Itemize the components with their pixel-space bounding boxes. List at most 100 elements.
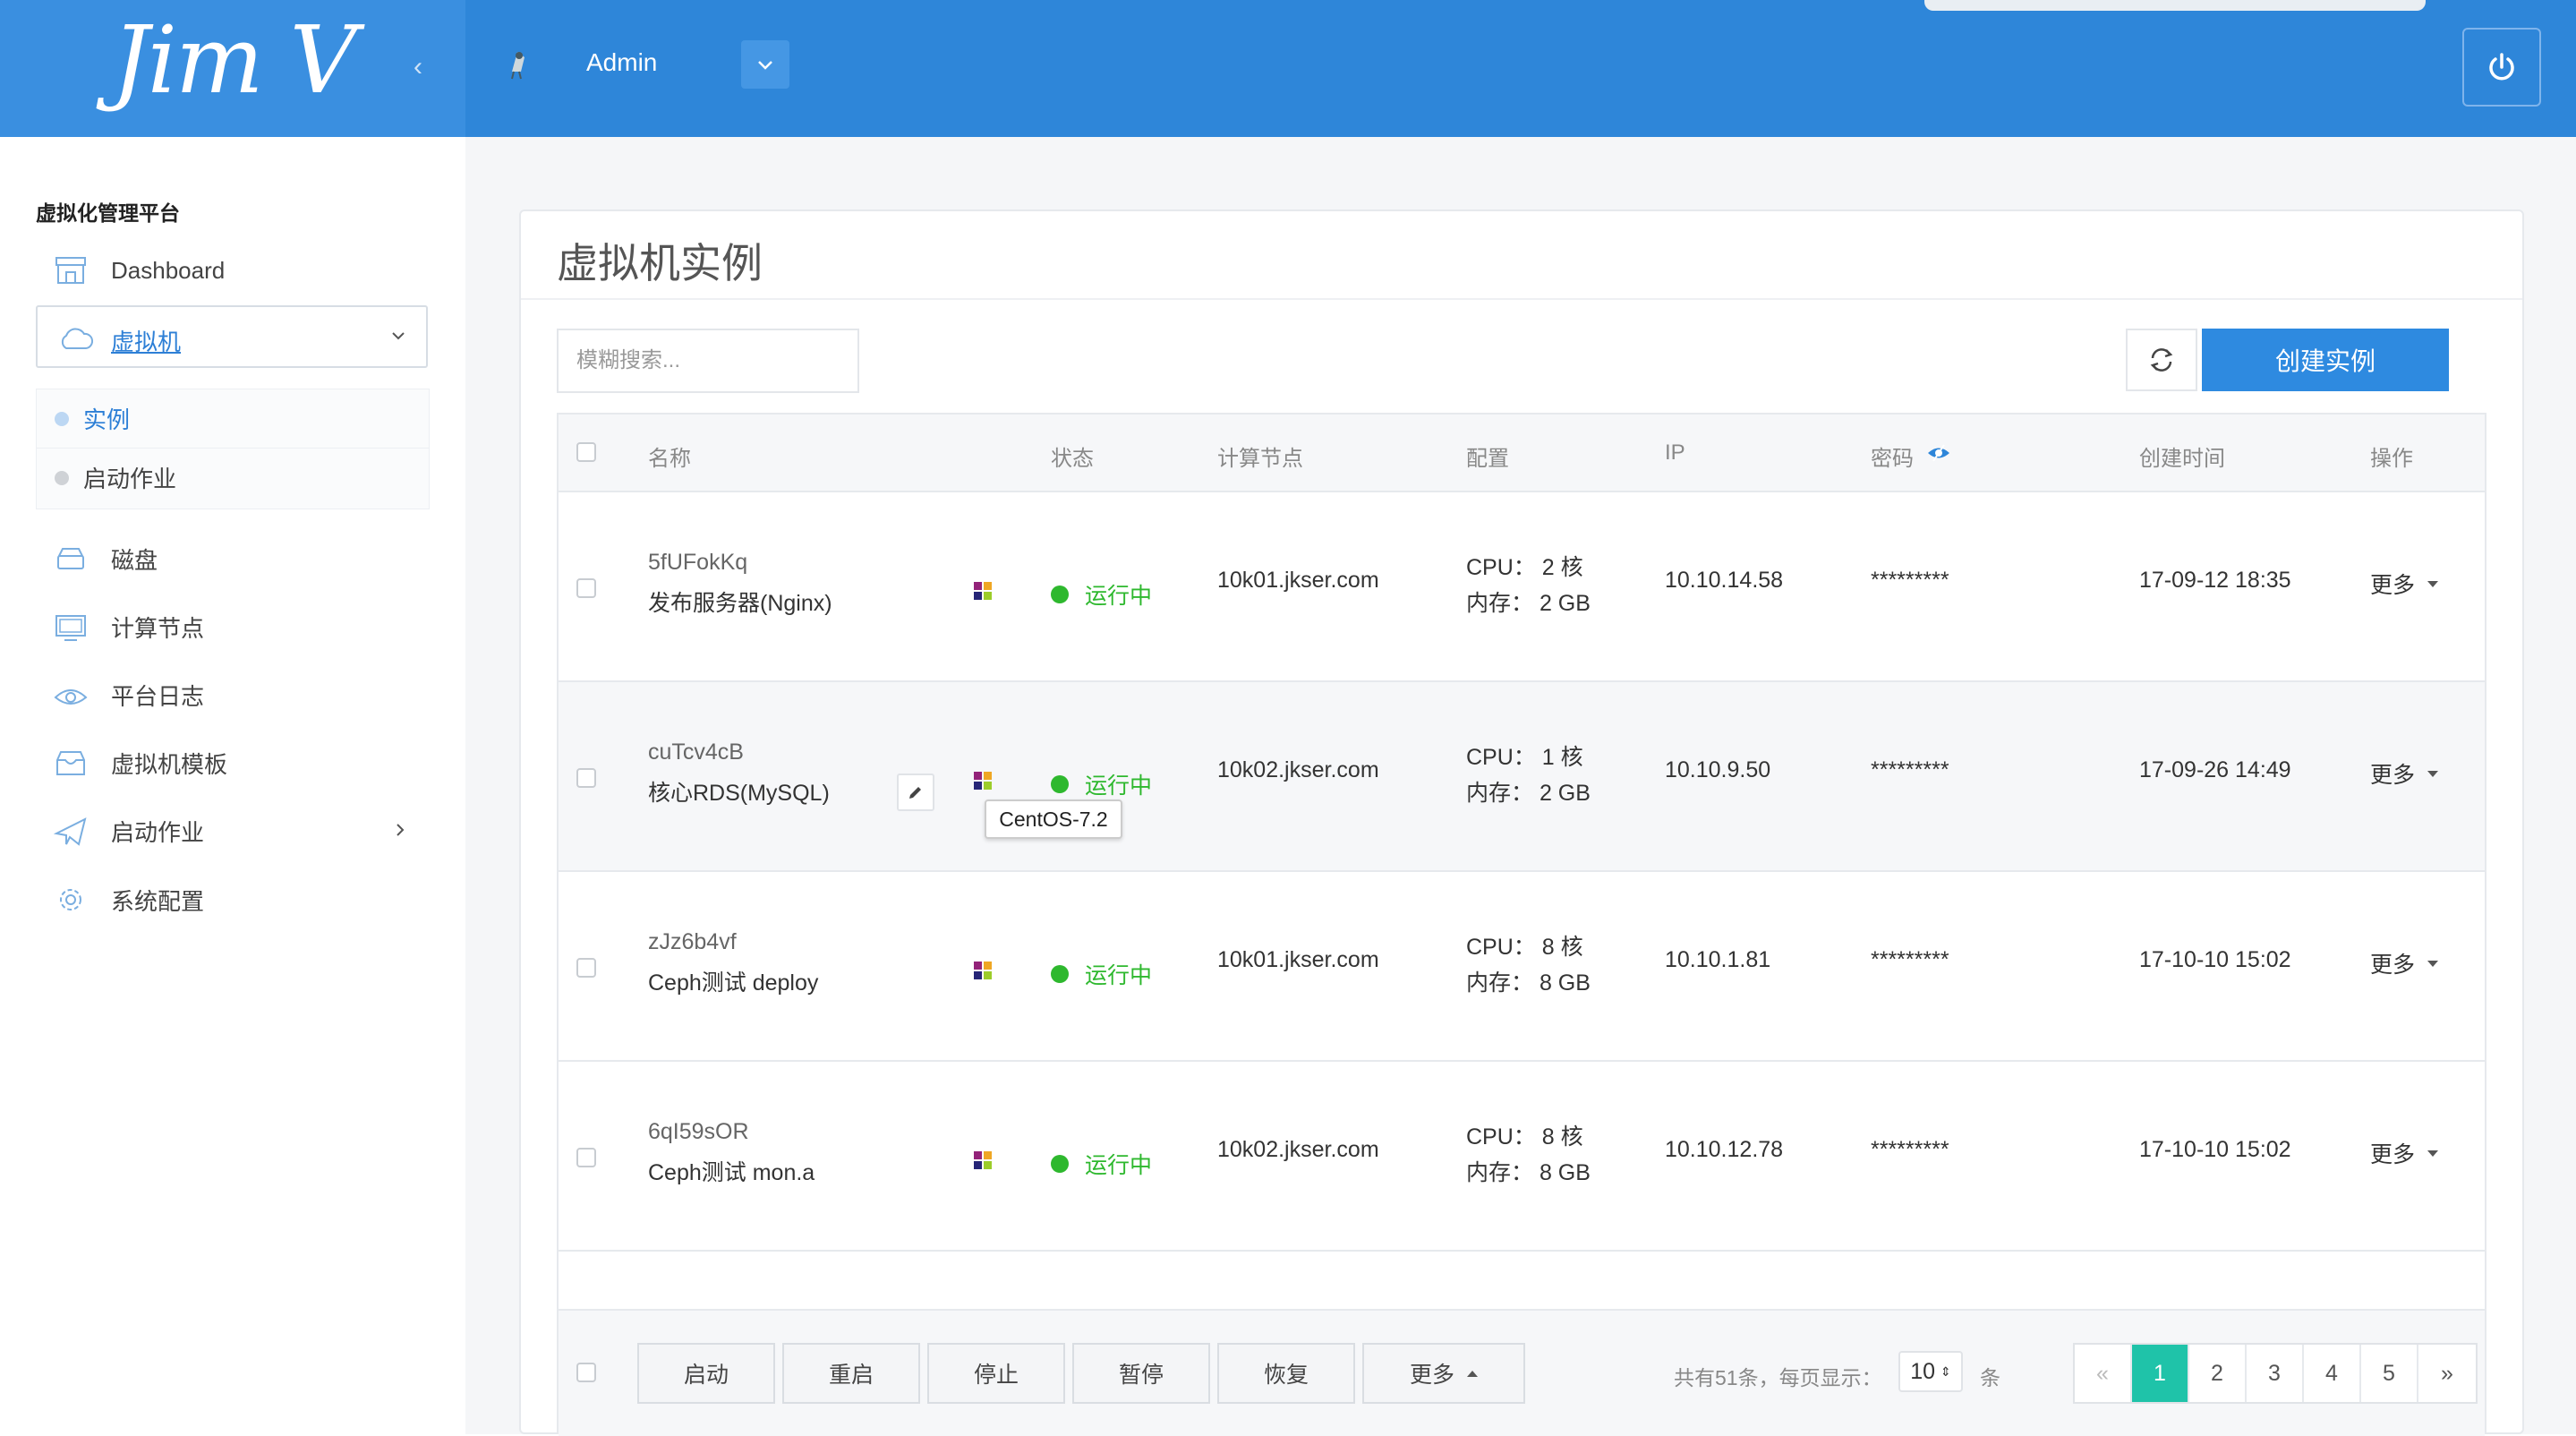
caret-down-icon <box>2427 1150 2439 1157</box>
compute-node: 10k02.jkser.com <box>1217 1137 1379 1162</box>
column-header: 密码 <box>1871 447 1914 471</box>
row-more-dropdown[interactable]: 更多 <box>2370 947 2439 979</box>
instance-id: zJz6b4vf <box>648 929 737 954</box>
select-all-footer-checkbox[interactable] <box>576 1363 596 1382</box>
centos-os-icon[interactable] <box>970 768 995 793</box>
create-instance-button[interactable]: 创建实例 <box>2202 329 2449 391</box>
page-button-3[interactable]: 3 <box>2247 1345 2304 1402</box>
row-more-dropdown[interactable]: 更多 <box>2370 757 2439 790</box>
instance-id: 6qI59sOR <box>648 1119 749 1144</box>
password: ********* <box>1871 568 1949 593</box>
submenu-item-jobs[interactable]: 启动作业 <box>37 449 429 507</box>
row-more-dropdown[interactable]: 更多 <box>2370 1137 2439 1169</box>
search-input[interactable] <box>557 329 859 393</box>
cpu-config: CPU： 1 核 <box>1466 745 1583 770</box>
footer-more-button[interactable]: 更多 <box>1362 1343 1525 1404</box>
page-button-1[interactable]: 1 <box>2132 1345 2189 1402</box>
pencil-icon <box>909 787 921 799</box>
submenu-label: 实例 <box>83 406 131 433</box>
instance-id: cuTcv4cB <box>648 739 744 765</box>
sidebar-item-vm[interactable]: 虚拟机 <box>36 305 428 368</box>
sidebar-item-disk[interactable]: 磁盘 <box>54 543 158 576</box>
row-more-dropdown[interactable]: 更多 <box>2370 568 2439 600</box>
stop-button[interactable]: 停止 <box>927 1343 1065 1404</box>
table-footer: 启动 重启 停止 暂停 恢复 更多 共有51条，每页显示： 10 ⇕ 条 « 1 … <box>559 1309 2485 1436</box>
submenu-item-instances[interactable]: 实例 <box>37 389 429 449</box>
page-button-5[interactable]: 5 <box>2361 1345 2418 1402</box>
row-checkbox[interactable] <box>576 578 596 598</box>
sidebar-item-label: 虚拟机模板 <box>111 751 228 778</box>
column-header: 操作 <box>2370 447 2413 471</box>
column-header: 计算节点 <box>1217 447 1303 471</box>
page-prev-button[interactable]: « <box>2075 1345 2132 1402</box>
power-icon <box>2489 53 2514 81</box>
user-dropdown-button[interactable] <box>741 40 789 89</box>
page-button-2[interactable]: 2 <box>2189 1345 2247 1402</box>
eye-icon <box>54 688 88 705</box>
status-badge: 运行中 <box>1051 1148 1152 1180</box>
sidebar-item-platform-logs[interactable]: 平台日志 <box>54 679 204 712</box>
refresh-button[interactable] <box>2126 329 2197 391</box>
ip-address: 10.10.9.50 <box>1665 757 1771 782</box>
centos-os-icon[interactable] <box>970 1148 995 1173</box>
disk-icon <box>57 547 84 569</box>
toggle-password-visibility-icon[interactable] <box>1926 443 1951 463</box>
status-dot-icon <box>1051 965 1069 983</box>
logo-area: Jim V ‹ <box>0 0 465 137</box>
submenu-label: 启动作业 <box>83 466 177 492</box>
ip-address: 10.10.14.58 <box>1665 568 1784 593</box>
table-row: 6qI59sOR Ceph测试 mon.a 运行中 10k02.jkser.co… <box>559 1062 2485 1252</box>
pagination: « 1 2 3 4 5 » <box>2073 1343 2478 1404</box>
cpu-config: CPU： 2 核 <box>1466 555 1583 580</box>
chevron-down-icon <box>392 332 405 340</box>
table-row: cuTcv4cB 核心RDS(MySQL) 运行中 10k02.jkser.co… <box>559 682 2485 872</box>
caret-down-icon <box>2427 580 2439 587</box>
column-header: 创建时间 <box>2139 447 2225 471</box>
inactive-dot-icon <box>55 470 69 485</box>
select-all-checkbox[interactable] <box>576 442 596 462</box>
page-size-select[interactable]: 10 ⇕ <box>1898 1351 1963 1392</box>
page-size-unit: 条 <box>1980 1366 2000 1389</box>
caret-down-icon <box>2427 960 2439 967</box>
logout-button[interactable] <box>2462 28 2541 107</box>
sidebar-item-boot-jobs[interactable]: 启动作业 <box>54 815 412 848</box>
row-checkbox[interactable] <box>576 1148 596 1167</box>
status-badge: 运行中 <box>1051 958 1152 990</box>
column-header: IP <box>1665 440 1685 465</box>
top-header: Jim V ‹ Admin <box>0 0 2576 137</box>
sidebar-item-label: 平台日志 <box>111 683 205 710</box>
row-checkbox[interactable] <box>576 958 596 978</box>
compute-node: 10k01.jkser.com <box>1217 947 1379 972</box>
table-row: zJz6b4vf Ceph测试 deploy 运行中 10k01.jkser.c… <box>559 872 2485 1062</box>
collapse-sidebar-icon[interactable]: ‹ <box>414 52 422 82</box>
status-dot-icon <box>1051 586 1069 603</box>
pause-button[interactable]: 暂停 <box>1072 1343 1210 1404</box>
instance-name: Ceph测试 mon.a <box>648 1160 815 1185</box>
page-button-4[interactable]: 4 <box>2304 1345 2361 1402</box>
column-header: 名称 <box>648 447 691 471</box>
centos-os-icon[interactable] <box>970 958 995 983</box>
caret-down-icon <box>2427 770 2439 777</box>
start-button[interactable]: 启动 <box>637 1343 775 1404</box>
instance-name: 核心RDS(MySQL) <box>648 781 830 806</box>
sidebar-item-vm-templates[interactable]: 虚拟机模板 <box>54 747 227 780</box>
password: ********* <box>1871 1137 1949 1162</box>
sidebar-item-dashboard[interactable]: Dashboard <box>54 254 225 286</box>
instance-name: 发布服务器(Nginx) <box>648 591 832 616</box>
resume-button[interactable]: 恢复 <box>1217 1343 1355 1404</box>
memory-config: 内存： 2 GB <box>1466 781 1591 806</box>
status-badge: 运行中 <box>1051 768 1152 800</box>
ip-address: 10.10.1.81 <box>1665 947 1771 972</box>
page-next-button[interactable]: » <box>2418 1345 2476 1402</box>
page-title: 虚拟机实例 <box>557 240 763 286</box>
centos-os-icon[interactable] <box>970 578 995 603</box>
edit-name-button[interactable] <box>897 774 934 811</box>
restart-button[interactable]: 重启 <box>782 1343 920 1404</box>
spinner-icon: ⇕ <box>1941 1363 1951 1379</box>
sidebar-item-system-config[interactable]: 系统配置 <box>54 883 204 917</box>
user-name[interactable]: Admin <box>586 48 657 77</box>
sidebar-item-compute-nodes[interactable]: 计算节点 <box>54 611 204 644</box>
created-time: 17-09-12 18:35 <box>2139 568 2291 593</box>
row-checkbox[interactable] <box>576 768 596 788</box>
chevron-down-icon <box>758 61 772 70</box>
